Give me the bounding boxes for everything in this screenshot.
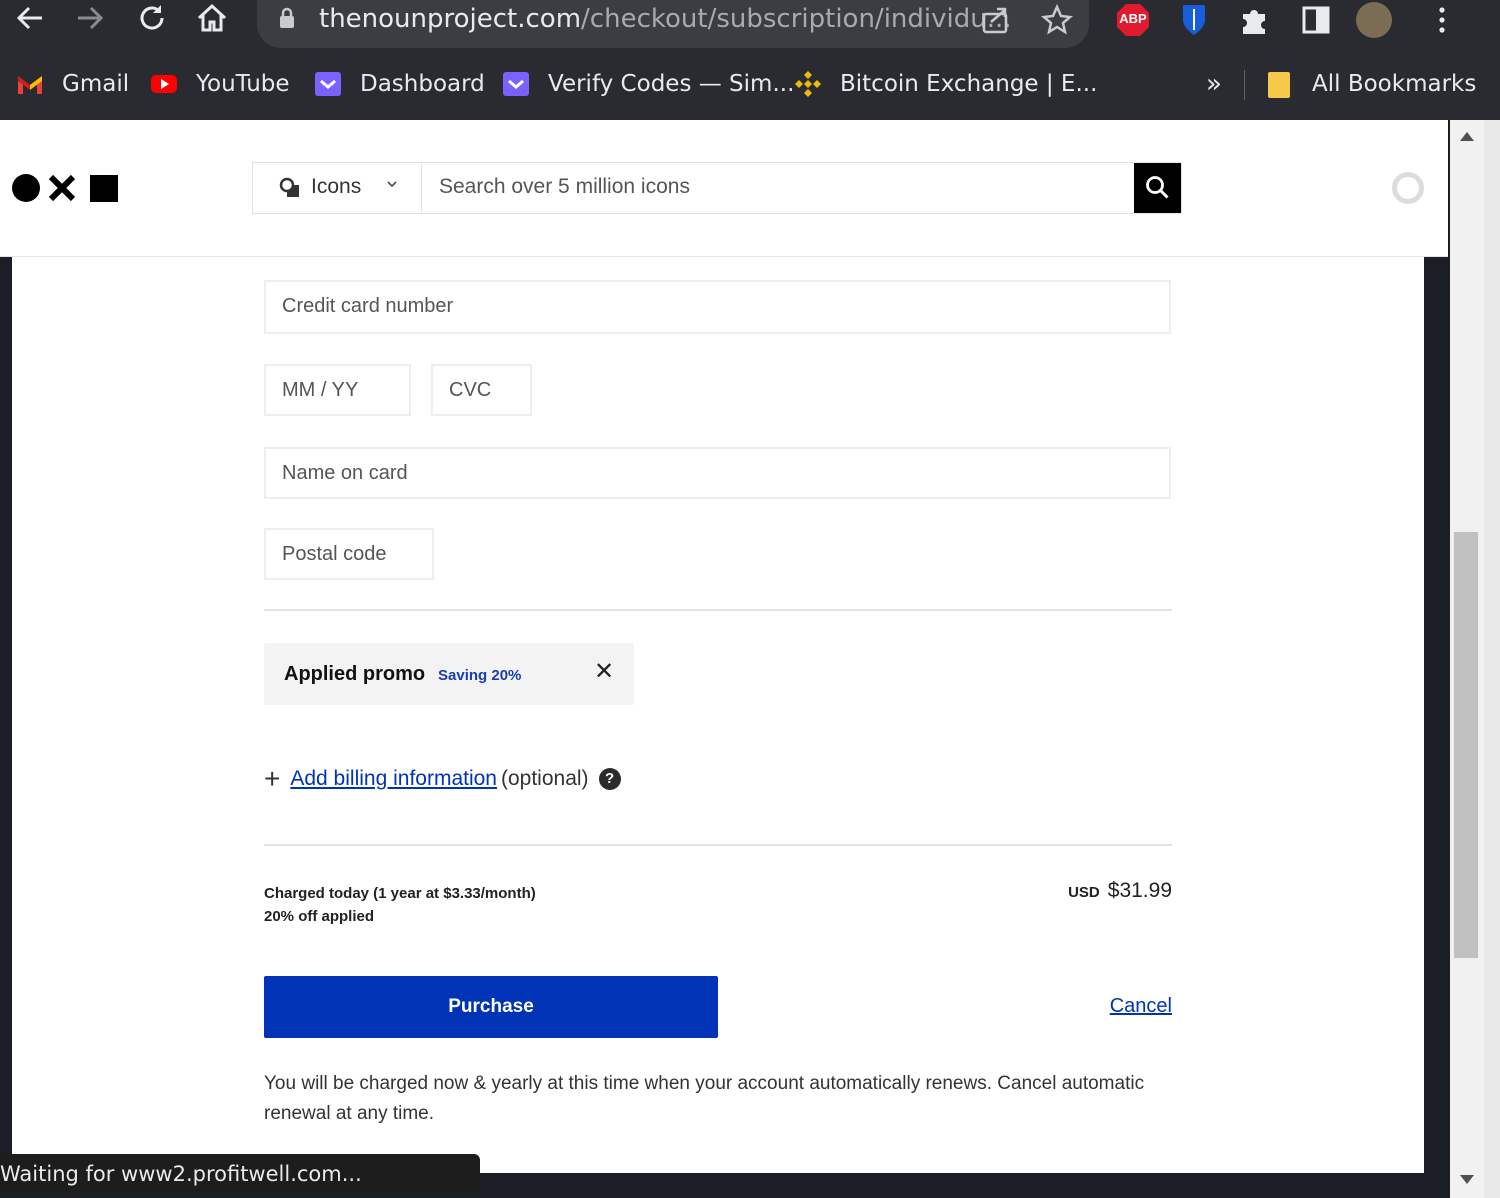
share-icon[interactable] (977, 2, 1013, 38)
bookmark-label: Gmail (62, 71, 130, 97)
verify-codes-icon (503, 72, 529, 96)
all-bookmarks-label: All Bookmarks (1312, 71, 1477, 97)
bookmark-gmail[interactable]: Gmail (16, 66, 129, 102)
charge-summary: Charged today (1 year at $3.33/month) 20… (264, 882, 536, 928)
bookmark-label: Dashboard (360, 71, 485, 97)
reload-icon[interactable] (130, 0, 174, 40)
noun-project-logo[interactable] (10, 170, 122, 206)
icons-category-icon (279, 177, 299, 197)
bookmarks-bar: Gmail YouTube Dashboard Verify Codes — S… (0, 52, 1500, 120)
discount-applied-text: 20% off applied (264, 908, 375, 925)
cvc-field[interactable]: CVC (431, 364, 532, 416)
expiry-field[interactable]: MM / YY (264, 364, 411, 416)
adblock-label: ABP (1119, 11, 1147, 26)
lock-icon (280, 7, 294, 28)
section-divider (264, 844, 1172, 846)
scroll-down-arrow-icon[interactable] (1460, 1175, 1474, 1184)
folder-icon (1268, 72, 1290, 98)
cancel-link[interactable]: Cancel (1110, 995, 1172, 1018)
profile-avatar-icon[interactable] (1356, 2, 1392, 38)
url-path: /checkout/subscription/individu... (581, 4, 1012, 34)
user-avatar[interactable] (1392, 172, 1424, 204)
bookmark-star-icon[interactable] (1039, 2, 1075, 38)
postal-code-field[interactable]: Postal code (264, 528, 434, 580)
bookmarks-divider (1244, 70, 1245, 100)
add-billing-info: + Add billing information (optional) ? (264, 765, 621, 793)
total-price: USD $31.99 (1068, 879, 1172, 903)
remove-promo-close-icon[interactable]: ✕ (594, 657, 614, 686)
back-icon[interactable] (8, 0, 52, 40)
bookmark-youtube[interactable]: YouTube (150, 66, 290, 102)
currency-label: USD (1068, 884, 1100, 901)
page-scrollbar[interactable] (1450, 120, 1484, 1198)
help-icon[interactable]: ? (598, 768, 621, 790)
name-on-card-field[interactable]: Name on card (264, 447, 1171, 499)
bookmark-verify-codes[interactable]: Verify Codes — Sim... (502, 66, 794, 102)
applied-promo-box: Applied promo Saving 20% ✕ (264, 643, 634, 705)
renewal-note: You will be charged now & yearly at this… (264, 1073, 1145, 1124)
bookmark-label: YouTube (196, 71, 290, 97)
window-edge (1484, 120, 1500, 1198)
address-bar[interactable]: thenounproject.com/checkout/subscription… (257, 0, 1089, 48)
all-bookmarks[interactable]: All Bookmarks (1266, 66, 1476, 102)
page-viewport: Icons Search over 5 million icons Credit… (0, 120, 1484, 1198)
bookmark-label: Bitcoin Exchange | E... (840, 71, 1098, 97)
youtube-icon (151, 75, 177, 93)
section-divider (264, 609, 1172, 611)
bookmark-label: Verify Codes — Sim... (548, 71, 795, 97)
gmail-icon (18, 76, 42, 94)
bookmarks-overflow-icon[interactable]: » (1206, 66, 1222, 102)
search-button[interactable] (1134, 163, 1181, 213)
more-menu-icon[interactable] (1424, 2, 1460, 38)
bookmark-bitcoin-exchange[interactable]: Bitcoin Exchange | E... (794, 66, 1097, 102)
forward-icon[interactable] (68, 0, 112, 40)
plus-icon[interactable]: + (264, 765, 280, 793)
status-bar: Waiting for www2.profitwell.com... (0, 1154, 480, 1194)
scroll-thumb[interactable] (1454, 532, 1478, 958)
search-input[interactable]: Search over 5 million icons (439, 175, 690, 199)
search-bar: Icons Search over 5 million icons (252, 162, 1182, 214)
site-header: Icons Search over 5 million icons (0, 120, 1448, 257)
purchase-button[interactable]: Purchase (264, 976, 718, 1038)
bitwarden-icon[interactable] (1176, 2, 1212, 38)
search-category-label: Icons (311, 175, 362, 198)
adblock-plus-icon[interactable]: ABP (1115, 2, 1151, 38)
url-text: thenounproject.com/checkout/subscription… (319, 2, 1012, 36)
extensions-puzzle-icon[interactable] (1237, 2, 1273, 38)
charged-today-text: Charged today (1 year at $3.33/month) (264, 885, 536, 902)
chevron-down-icon (387, 181, 397, 188)
checkout-form: Credit card number MM / YY CVC Name on c… (12, 257, 1424, 1173)
promo-title: Applied promo (284, 663, 426, 685)
add-billing-info-link[interactable]: Add billing information (290, 767, 497, 791)
url-host: thenounproject.com (319, 4, 582, 34)
dashboard-icon (315, 72, 341, 96)
binance-icon (795, 71, 821, 97)
side-panel-icon[interactable] (1298, 2, 1334, 38)
promo-saving: Saving 20% (438, 667, 522, 684)
scroll-up-arrow-icon[interactable] (1460, 132, 1474, 141)
card-number-field[interactable]: Credit card number (264, 280, 1171, 334)
home-icon[interactable] (190, 0, 234, 40)
optional-label: (optional) (500, 767, 589, 790)
bookmark-dashboard[interactable]: Dashboard (314, 66, 485, 102)
price-amount: $31.99 (1107, 879, 1172, 902)
search-icon (1146, 176, 1169, 199)
browser-toolbar: thenounproject.com/checkout/subscription… (0, 0, 1500, 52)
search-category-select[interactable]: Icons (253, 163, 422, 213)
